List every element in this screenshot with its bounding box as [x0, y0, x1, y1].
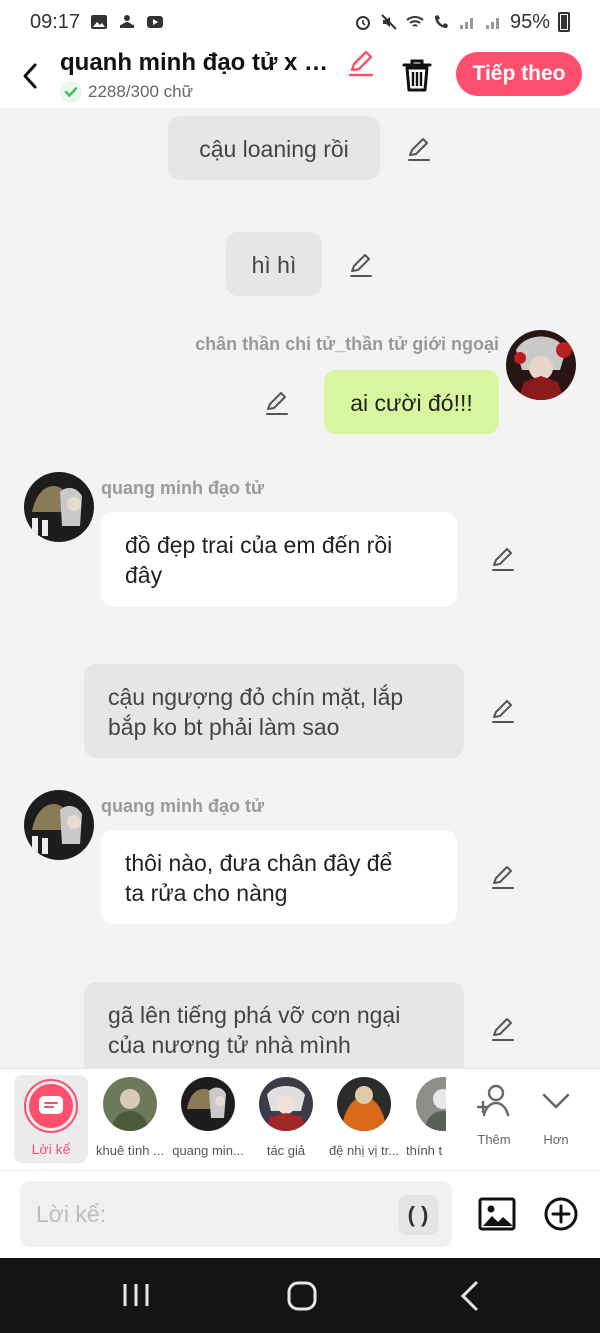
- character-avatar: [337, 1077, 391, 1131]
- speaker-name: quang minh đạo tử: [101, 796, 265, 816]
- more-label: Hơn: [543, 1132, 569, 1147]
- mute-icon: [381, 14, 397, 30]
- character-name: khuê tình ...: [96, 1143, 164, 1158]
- character-name: quang min...: [172, 1143, 244, 1158]
- signal-bars-2-icon: [485, 18, 499, 29]
- narration-tab[interactable]: Lời kể: [14, 1075, 88, 1163]
- character-avatar: [103, 1077, 157, 1131]
- narration-bubble[interactable]: cậu ngượng đỏ chín mặt, lắp bắp ko bt ph…: [84, 664, 464, 758]
- message-text: cậu loaning rồi: [199, 136, 349, 162]
- avatar[interactable]: [24, 472, 94, 542]
- add-character-label: Thêm: [477, 1132, 511, 1147]
- character-avatar: [259, 1077, 313, 1131]
- call-signal-icon: [434, 15, 448, 28]
- character-name: đệ nhị vị tr...: [328, 1143, 400, 1158]
- character-selector: Lời kể khuê tình ... quang min... tác gi…: [0, 1068, 600, 1170]
- message-text: hì hì: [251, 252, 297, 278]
- back-nav-button[interactable]: [458, 1280, 482, 1317]
- message-line: đồ đẹp trai của em đến rồi: [125, 532, 393, 558]
- narration-bubble[interactable]: hì hì: [226, 232, 322, 296]
- message-line: cậu ngượng đỏ chín mặt, lắp: [108, 684, 404, 710]
- character-item[interactable]: đệ nhị vị tr...: [324, 1077, 404, 1158]
- message-icon: [39, 1096, 63, 1114]
- pencil-icon: [348, 50, 374, 77]
- chevron-left-icon: [23, 63, 37, 89]
- word-count: 2288/300 chữ: [88, 82, 193, 101]
- edit-message-icon[interactable]: [490, 1016, 516, 1042]
- message-line: đây: [125, 562, 163, 588]
- back-icon: [460, 1281, 478, 1311]
- insert-image-button[interactable]: [478, 1195, 516, 1238]
- status-bar: 09:17 95%: [0, 0, 600, 44]
- top-header: quanh minh đạo tử x c... 2288/300 chữ Ti…: [0, 44, 600, 108]
- more-characters-button[interactable]: Hơn: [534, 1081, 578, 1147]
- character-item[interactable]: thính t: [402, 1077, 446, 1158]
- system-nav-bar: [0, 1258, 600, 1333]
- narration-bubble[interactable]: cậu loaning rồi: [168, 116, 380, 180]
- hands-icon: [120, 15, 135, 28]
- battery-icon: [558, 12, 570, 32]
- character-item[interactable]: khuê tình ...: [90, 1077, 170, 1158]
- recent-apps-icon: [123, 1284, 149, 1306]
- speaker-name: chân thần chi tử_thần tử giới ngoại: [195, 334, 499, 354]
- story-title: quanh minh đạo tử x c...: [60, 49, 330, 76]
- message-text: ai cười đó!!!: [350, 390, 473, 416]
- title-area: quanh minh đạo tử x c... 2288/300 chữ: [60, 49, 360, 103]
- message-line: của nương tử nhà mình: [108, 1032, 351, 1058]
- edit-message-icon[interactable]: [490, 698, 516, 724]
- message-line: ta rửa cho nàng: [125, 880, 288, 906]
- character-name: tác giả: [266, 1143, 306, 1158]
- image-icon: [478, 1197, 516, 1231]
- character-item[interactable]: quang min...: [168, 1077, 248, 1158]
- edit-title-button[interactable]: [346, 48, 376, 83]
- message-line: thôi nào, đưa chân đây để: [125, 850, 393, 876]
- edit-message-icon[interactable]: [264, 390, 290, 416]
- check-icon: [60, 81, 82, 103]
- character-item[interactable]: tác giả: [246, 1077, 326, 1158]
- message-line: gã lên tiếng phá vỡ cơn ngại: [108, 1002, 401, 1028]
- word-count-row: 2288/300 chữ: [60, 81, 360, 103]
- add-button[interactable]: [543, 1196, 579, 1237]
- narration-bubble[interactable]: gã lên tiếng phá vỡ cơn ngại của nương t…: [84, 982, 464, 1068]
- message-line: bắp ko bt phải làm sao: [108, 714, 340, 740]
- back-button[interactable]: [0, 44, 60, 108]
- character-bubble[interactable]: đồ đẹp trai của em đến rồi đây: [101, 512, 457, 606]
- composer-bar: ( ): [0, 1170, 600, 1258]
- home-icon: [287, 1281, 317, 1311]
- wifi-icon: [406, 16, 424, 27]
- next-button[interactable]: Tiếp theo: [456, 52, 582, 96]
- character-name: thính t: [406, 1143, 443, 1158]
- delete-button[interactable]: [398, 56, 436, 99]
- character-avatar: [416, 1077, 446, 1131]
- edit-message-icon[interactable]: [490, 546, 516, 572]
- character-bubble[interactable]: thôi nào, đưa chân đây để ta rửa cho nàn…: [101, 830, 457, 924]
- trash-icon: [402, 59, 432, 92]
- parenthesis-button[interactable]: ( ): [398, 1195, 438, 1235]
- status-time: 09:17: [30, 10, 81, 33]
- user-bubble[interactable]: ai cười đó!!!: [324, 370, 499, 434]
- add-character-button[interactable]: Thêm: [470, 1081, 518, 1147]
- chevron-down-icon: [542, 1093, 570, 1109]
- narration-label: Lời kể: [31, 1141, 71, 1157]
- message-input[interactable]: [20, 1181, 452, 1247]
- gallery-icon: [91, 15, 108, 29]
- chat-area: cậu loaning rồi hì hì chân thần chi tử_t…: [0, 108, 600, 1068]
- character-avatar: [181, 1077, 235, 1131]
- edit-message-icon[interactable]: [406, 136, 432, 162]
- home-button[interactable]: [286, 1280, 318, 1317]
- recent-apps-button[interactable]: [120, 1280, 152, 1315]
- plus-circle-icon: [544, 1197, 578, 1231]
- edit-message-icon[interactable]: [348, 252, 374, 278]
- avatar[interactable]: [24, 790, 94, 860]
- edit-message-icon[interactable]: [490, 864, 516, 890]
- narration-avatar: [24, 1079, 78, 1133]
- alarm-icon: [355, 16, 370, 30]
- youtube-icon: [147, 16, 164, 28]
- signal-bars-icon: [459, 18, 473, 29]
- speaker-name: quang minh đạo tử: [101, 478, 265, 498]
- add-user-icon: [476, 1084, 510, 1117]
- avatar[interactable]: [506, 330, 576, 400]
- battery-percent: 95%: [509, 10, 550, 33]
